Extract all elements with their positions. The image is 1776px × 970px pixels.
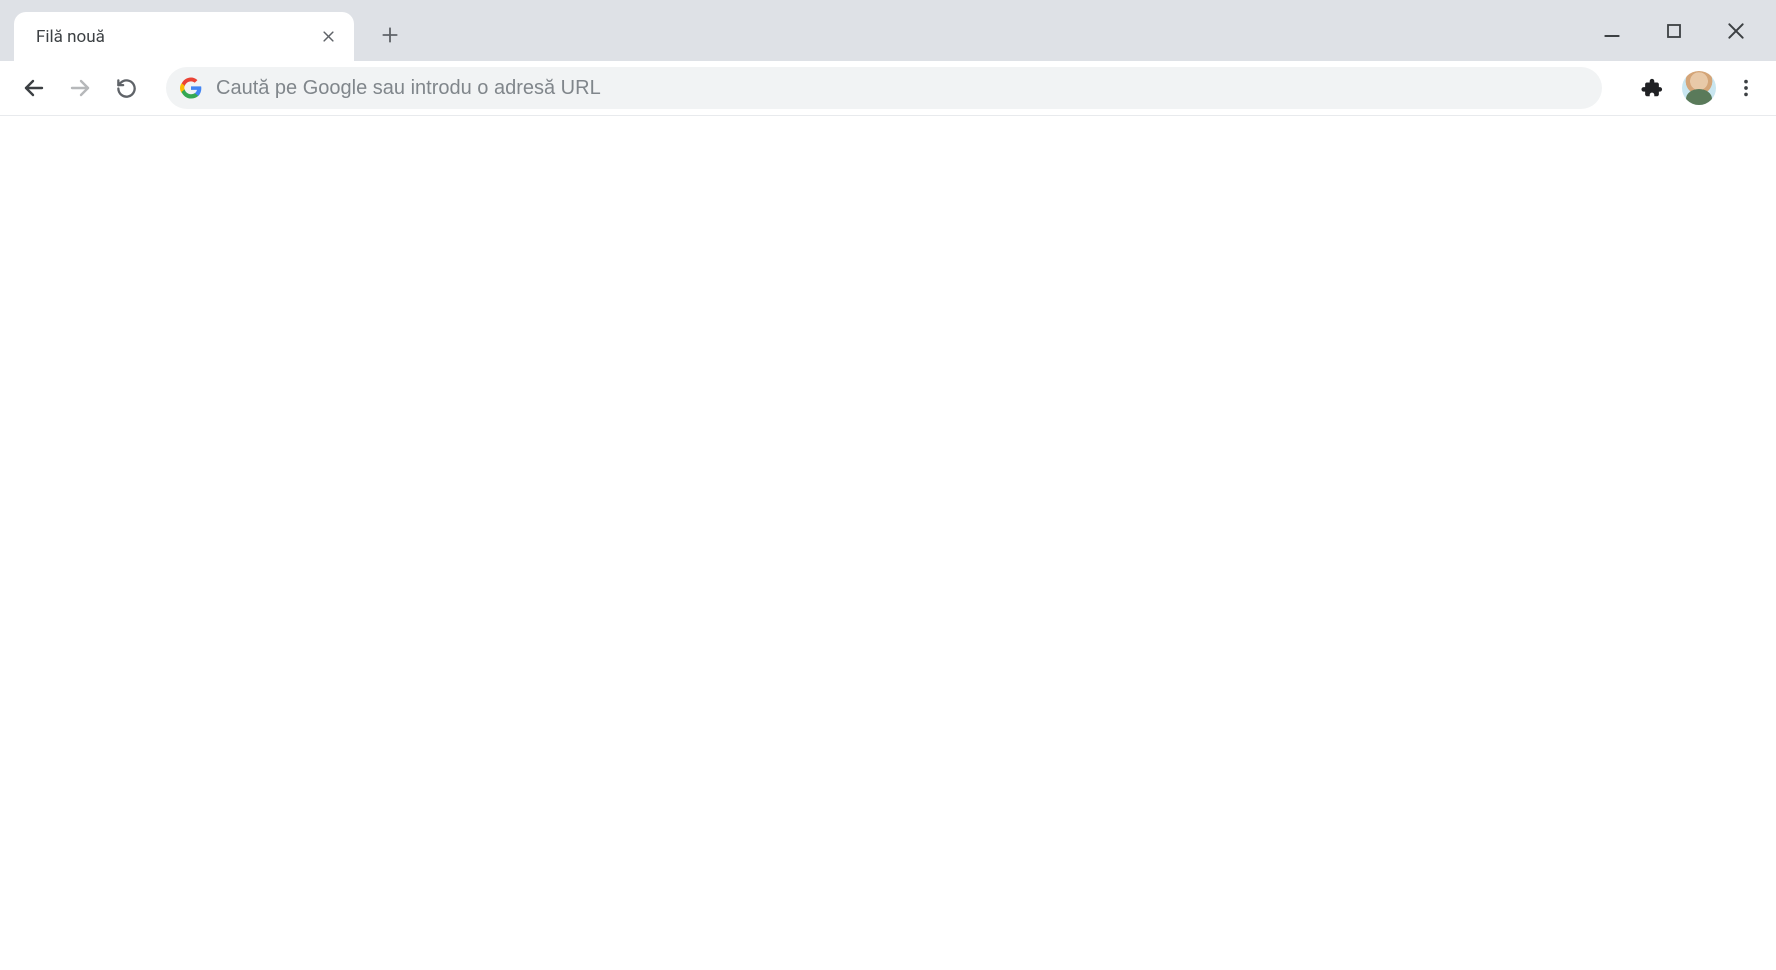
forward-button[interactable] <box>60 68 100 108</box>
google-icon <box>180 77 202 99</box>
close-icon <box>1726 21 1746 41</box>
profile-avatar[interactable] <box>1682 71 1716 105</box>
browser-tab[interactable]: Filă nouă <box>14 12 354 61</box>
maximize-icon <box>1665 22 1683 40</box>
browser-toolbar <box>0 61 1776 116</box>
close-tab-button[interactable] <box>316 25 340 49</box>
tab-title: Filă nouă <box>36 27 316 47</box>
window-controls <box>1596 0 1766 61</box>
toolbar-right <box>1614 68 1766 108</box>
extensions-button[interactable] <box>1632 68 1672 108</box>
reload-button[interactable] <box>106 68 146 108</box>
window-minimize-button[interactable] <box>1596 15 1628 47</box>
tab-strip: Filă nouă <box>0 0 1776 61</box>
new-tab-button[interactable] <box>370 15 410 55</box>
window-close-button[interactable] <box>1720 15 1752 47</box>
browser-menu-button[interactable] <box>1726 68 1766 108</box>
arrow-right-icon <box>68 76 92 100</box>
arrow-left-icon <box>22 76 46 100</box>
puzzle-icon <box>1641 77 1663 99</box>
reload-icon <box>115 77 138 100</box>
omnibox-input[interactable] <box>216 77 1582 100</box>
plus-icon <box>380 25 400 45</box>
window-maximize-button[interactable] <box>1658 15 1690 47</box>
back-button[interactable] <box>14 68 54 108</box>
address-bar[interactable] <box>166 67 1602 109</box>
more-vert-icon <box>1735 77 1757 99</box>
minimize-icon <box>1602 21 1622 41</box>
close-icon <box>321 29 336 44</box>
